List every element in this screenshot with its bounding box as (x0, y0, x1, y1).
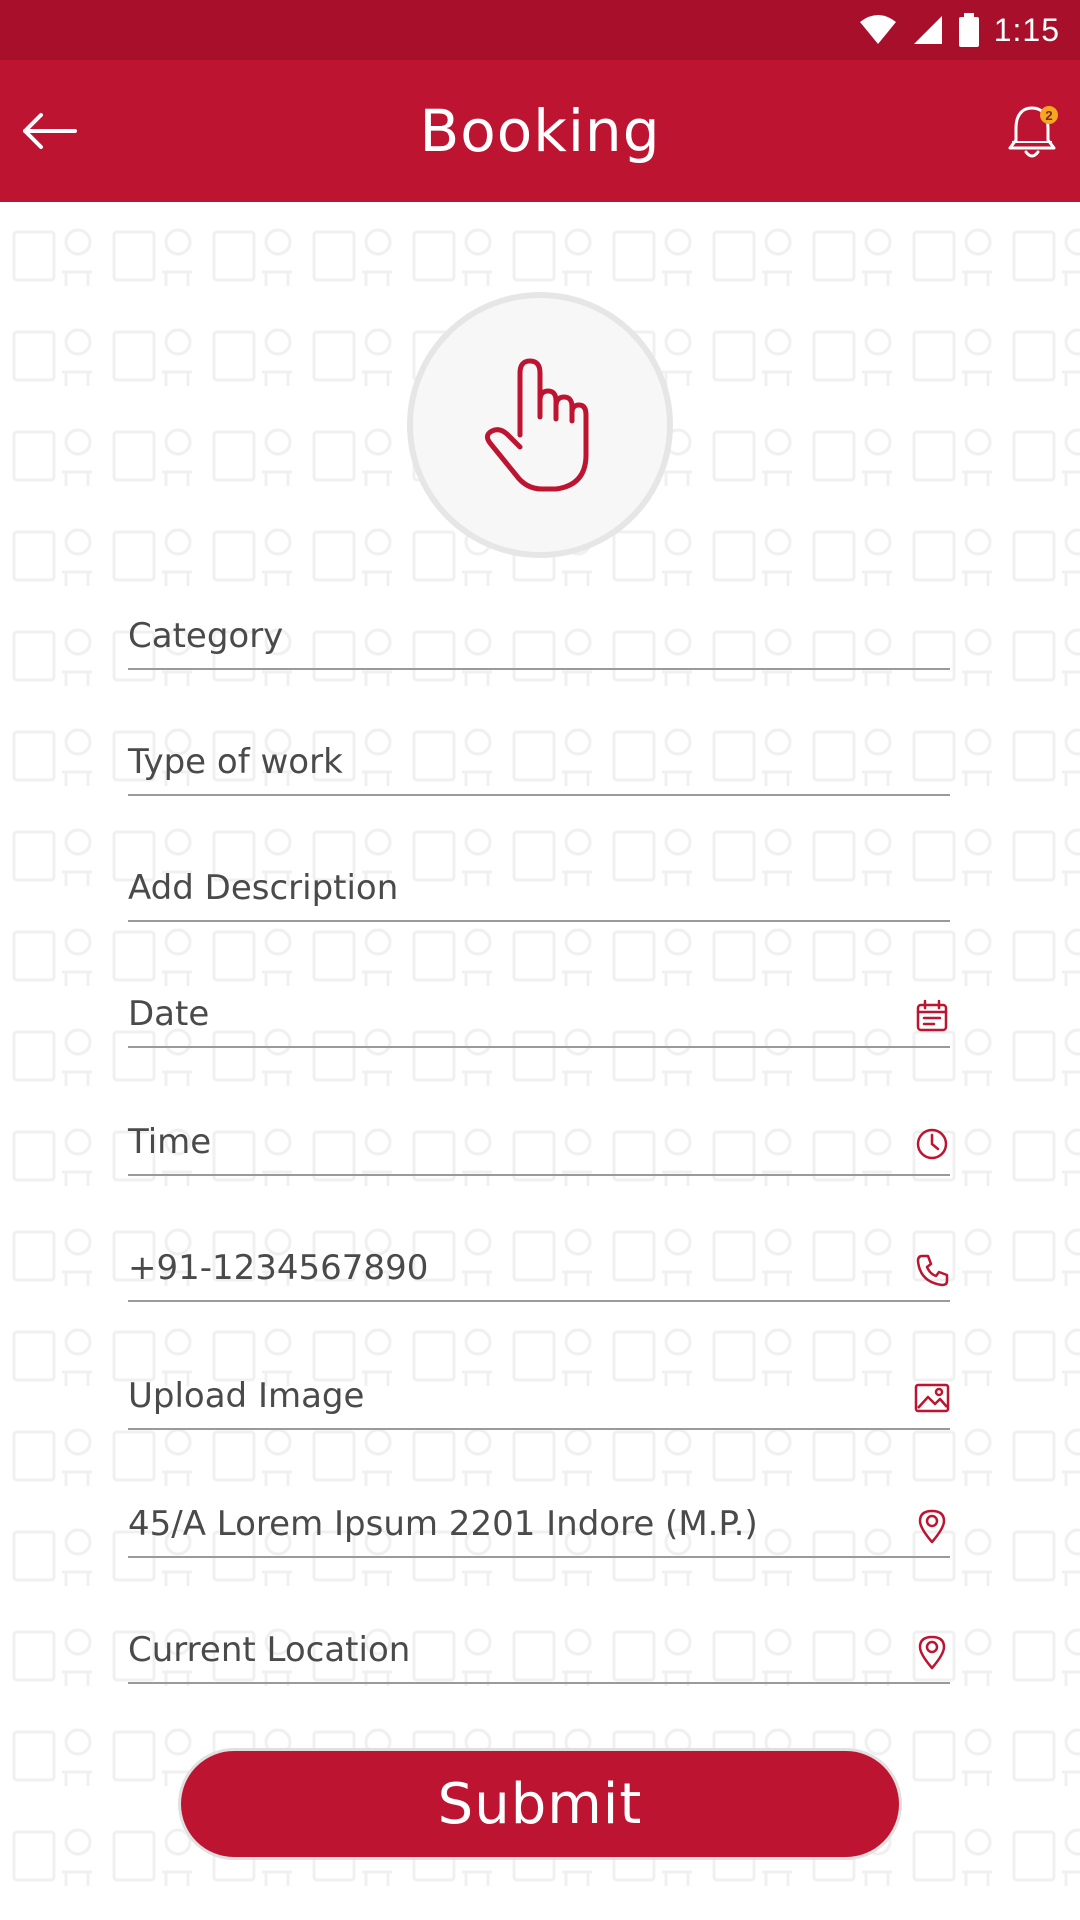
address-field[interactable]: 45/A Lorem Ipsum 2201 Indore (M.P.) (128, 1478, 950, 1558)
hero-circle (407, 292, 673, 558)
location-pin-icon[interactable] (914, 1508, 950, 1544)
current-location-placeholder: Current Location (128, 1630, 411, 1670)
booking-form-area: Category Type of work Add Description Da… (0, 202, 1080, 1920)
description-placeholder: Add Description (128, 868, 399, 908)
hand-pointer-icon (484, 358, 589, 492)
time-field[interactable]: Time (128, 1096, 950, 1176)
location-pin-icon[interactable] (914, 1634, 950, 1670)
date-placeholder: Date (128, 994, 210, 1034)
back-button[interactable] (14, 98, 84, 164)
phone-field[interactable]: +91-1234567890 (128, 1222, 950, 1302)
status-time: 1:15 (993, 11, 1060, 48)
calendar-icon[interactable] (914, 998, 950, 1034)
date-field[interactable]: Date (128, 968, 950, 1048)
category-placeholder: Category (128, 616, 284, 656)
notification-badge: 2 (1040, 106, 1058, 124)
clock-icon[interactable] (914, 1126, 950, 1162)
wifi-icon (859, 15, 896, 44)
upload-image-field[interactable]: Upload Image (128, 1350, 950, 1430)
phone-value: +91-1234567890 (128, 1248, 429, 1288)
time-placeholder: Time (128, 1122, 212, 1162)
image-icon[interactable] (914, 1380, 950, 1416)
phone-icon[interactable] (914, 1252, 950, 1288)
current-location-field[interactable]: Current Location (128, 1604, 950, 1684)
category-field[interactable]: Category (128, 590, 950, 670)
page-title: Booking (419, 97, 661, 165)
type-of-work-placeholder: Type of work (128, 742, 343, 782)
submit-button[interactable]: Submit (178, 1748, 902, 1860)
arrow-left-icon (23, 113, 77, 149)
description-field[interactable]: Add Description (128, 842, 950, 922)
type-of-work-field[interactable]: Type of work (128, 716, 950, 796)
upload-image-placeholder: Upload Image (128, 1376, 365, 1416)
app-bar: Booking 2 (0, 60, 1080, 202)
address-value: 45/A Lorem Ipsum 2201 Indore (M.P.) (128, 1504, 758, 1544)
signal-icon (913, 16, 942, 44)
notifications-button[interactable]: 2 (1002, 100, 1062, 164)
battery-icon (958, 13, 979, 47)
status-bar: 1:15 (0, 0, 1080, 60)
